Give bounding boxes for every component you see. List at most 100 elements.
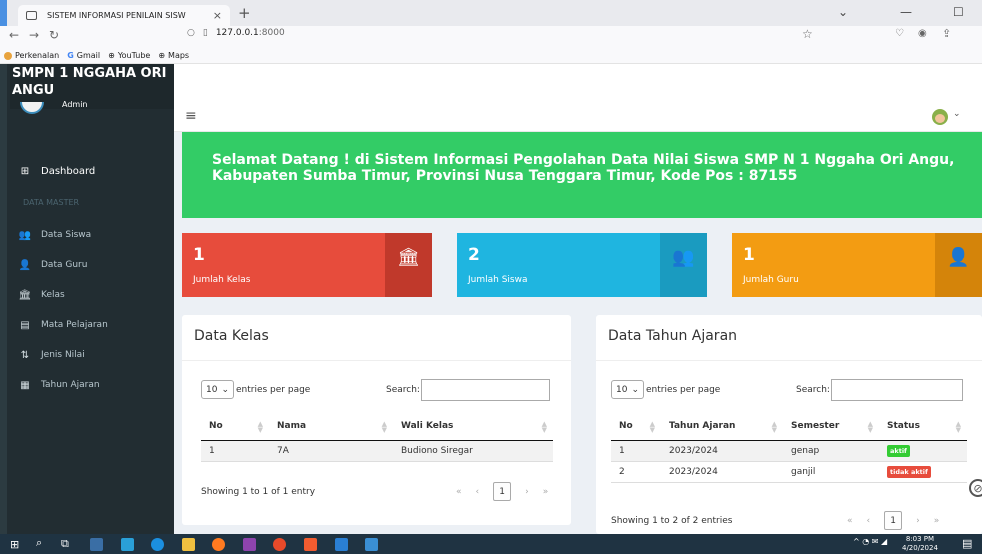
new-tab-button[interactable]: +	[238, 4, 251, 22]
welcome-line-2: Kabupaten Sumba Timur, Provinsi Nusa Ten…	[212, 168, 798, 184]
taskbar-app-icon[interactable]	[90, 538, 103, 551]
search-input[interactable]	[420, 379, 550, 401]
maximize-icon[interactable]: ☐	[953, 5, 964, 19]
stat-box-guru[interactable]: 1 Jumlah Guru 👤	[732, 233, 982, 297]
column-header-no[interactable]: No ▲ ▼	[611, 413, 661, 441]
page-button[interactable]: 1	[884, 511, 903, 530]
stat-box-siswa[interactable]: 2 Jumlah Siswa 👥	[457, 233, 707, 297]
url-port: :8000	[258, 28, 285, 38]
taskbar-app-icon[interactable]	[243, 538, 256, 551]
sidebar-item-tahun-ajaran[interactable]: ▦ Tahun Ajaran	[7, 374, 174, 396]
grid-icon: ⊞	[20, 165, 30, 177]
sidebar-item-jenis-nilai[interactable]: ⇅ Jenis Nilai	[7, 344, 174, 366]
floating-action-icon[interactable]: ⊘	[969, 479, 982, 497]
sidebar-item-kelas[interactable]: 🏛 Kelas	[7, 284, 174, 306]
table-row: 1 2023/2024 genap aktif	[611, 440, 967, 462]
column-header-semester[interactable]: Semester ▲ ▼	[783, 413, 879, 441]
search-box: Search:	[796, 379, 963, 401]
menu-toggle-icon[interactable]: ≡	[185, 108, 197, 124]
sidebar-item-data-guru[interactable]: 👤 Data Guru	[7, 254, 174, 276]
taskbar-vscode-icon[interactable]	[335, 538, 348, 551]
entries-select[interactable]: 10 ⌄	[611, 380, 644, 399]
sort-icon: ▲ ▼	[381, 420, 387, 434]
admin-label: Admin	[62, 100, 88, 109]
column-header-no[interactable]: No ▲ ▼	[201, 413, 269, 441]
taskbar-app-icon[interactable]	[365, 538, 378, 551]
entries-label: entries per page	[646, 384, 721, 395]
windows-start-icon[interactable]: ⊞	[10, 538, 19, 551]
notification-icon[interactable]: ▤	[962, 537, 972, 550]
back-icon[interactable]: ←	[9, 28, 19, 42]
institution-icon: 🏛	[385, 233, 432, 297]
stat-label: Jumlah Siswa	[468, 275, 528, 285]
taskbar-edge-icon[interactable]	[151, 538, 164, 551]
table-info: Showing 1 to 2 of 2 entries	[611, 516, 733, 526]
account-icon[interactable]: ◉	[918, 28, 927, 39]
extensions-icon[interactable]: ⇪	[942, 27, 951, 40]
google-icon: G	[67, 51, 74, 60]
prev-page-icon[interactable]: ‹	[476, 487, 480, 497]
reload-icon[interactable]: ↻	[49, 28, 59, 42]
search-box: Search:	[386, 379, 550, 401]
cell-semester: genap	[783, 440, 879, 462]
status-badge: aktif	[887, 444, 910, 457]
last-page-icon[interactable]: »	[543, 487, 549, 497]
browser-tab[interactable]: SISTEM INFORMASI PENILAIN SISW ×	[18, 5, 230, 26]
divider	[596, 360, 982, 361]
search-input[interactable]	[830, 379, 963, 401]
page-button[interactable]: 1	[493, 482, 512, 501]
last-page-icon[interactable]: »	[934, 516, 940, 526]
column-header-nama[interactable]: Nama ▲ ▼	[269, 413, 393, 441]
next-page-icon[interactable]: ›	[525, 487, 529, 497]
panel-title: Data Tahun Ajaran	[608, 328, 738, 344]
search-label: Search:	[796, 385, 830, 395]
user-avatar[interactable]	[932, 109, 948, 125]
taskbar-app-icon[interactable]	[121, 538, 134, 551]
bookmark-gmail[interactable]: G Gmail	[67, 51, 100, 60]
address-bar[interactable]: ○ ▯ 127.0.0.1:8000	[187, 28, 285, 38]
column-header-status[interactable]: Status ▲ ▼	[879, 413, 967, 441]
sidebar-item-data-siswa[interactable]: 👥 Data Siswa	[7, 224, 174, 246]
taskbar-clock[interactable]: 8:03 PM 4/20/2024	[902, 535, 938, 553]
next-page-icon[interactable]: ›	[916, 516, 920, 526]
system-tray-icons[interactable]: ^ ◔ ✉ ◢	[853, 537, 887, 546]
cell-status: tidak aktif	[879, 461, 967, 483]
taskbar-firefox-icon[interactable]	[212, 538, 225, 551]
chevron-down-icon[interactable]: ⌄	[953, 109, 961, 119]
stat-box-kelas[interactable]: 1 Jumlah Kelas 🏛	[182, 233, 432, 297]
sidebar-section-header: DATA MASTER	[23, 198, 80, 207]
navigation-bar	[0, 26, 982, 48]
pagination: « ‹ 1 › »	[456, 482, 548, 501]
task-view-icon[interactable]: ⧉	[61, 537, 69, 551]
pocket-icon[interactable]: ♡	[895, 28, 904, 39]
window-edge-accent	[0, 0, 7, 26]
entries-select[interactable]: 10 ⌄	[201, 380, 234, 399]
taskbar-opera-icon[interactable]	[273, 538, 286, 551]
column-header-wali-kelas[interactable]: Wali Kelas ▲ ▼	[393, 413, 553, 441]
forward-icon[interactable]: →	[29, 28, 39, 42]
taskbar-folder-icon[interactable]	[182, 538, 195, 551]
search-icon[interactable]: ⌕	[36, 536, 42, 550]
user-icon: 👤	[18, 259, 32, 271]
first-page-icon[interactable]: «	[456, 487, 462, 497]
first-page-icon[interactable]: «	[847, 516, 853, 526]
sidebar-item-mata-pelajaran[interactable]: ▤ Mata Pelajaran	[7, 314, 174, 336]
sidebar-item-dashboard[interactable]: ⊞ Dashboard	[7, 160, 174, 182]
taskbar	[0, 534, 982, 554]
sort-icon: ⇅	[20, 349, 30, 361]
welcome-line-1: Selamat Datang ! di Sistem Informasi Pen…	[212, 152, 955, 168]
minimize-icon[interactable]: —	[900, 5, 912, 19]
cell-no: 1	[201, 440, 269, 462]
taskbar-xampp-icon[interactable]	[304, 538, 317, 551]
bookmark-maps[interactable]: ⊕ Maps	[158, 51, 189, 60]
table-header-row: No ▲ ▼ Nama ▲ ▼ Wali Kelas ▲ ▼	[201, 413, 553, 441]
kelas-table: No ▲ ▼ Nama ▲ ▼ Wali Kelas ▲ ▼ 1 7A Budiono Si…	[201, 413, 553, 462]
bookmark-star-icon[interactable]: ☆	[802, 27, 813, 41]
sort-icon: ▲ ▼	[955, 420, 961, 434]
bookmark-youtube[interactable]: ⊕ YouTube	[108, 51, 150, 60]
tab-list-chevron-icon[interactable]: ⌄	[838, 5, 848, 19]
column-header-tahun-ajaran[interactable]: Tahun Ajaran ▲ ▼	[661, 413, 783, 441]
bookmark-perkenalan[interactable]: Perkenalan	[4, 51, 59, 60]
prev-page-icon[interactable]: ‹	[867, 516, 871, 526]
tab-close-icon[interactable]: ×	[213, 9, 222, 22]
